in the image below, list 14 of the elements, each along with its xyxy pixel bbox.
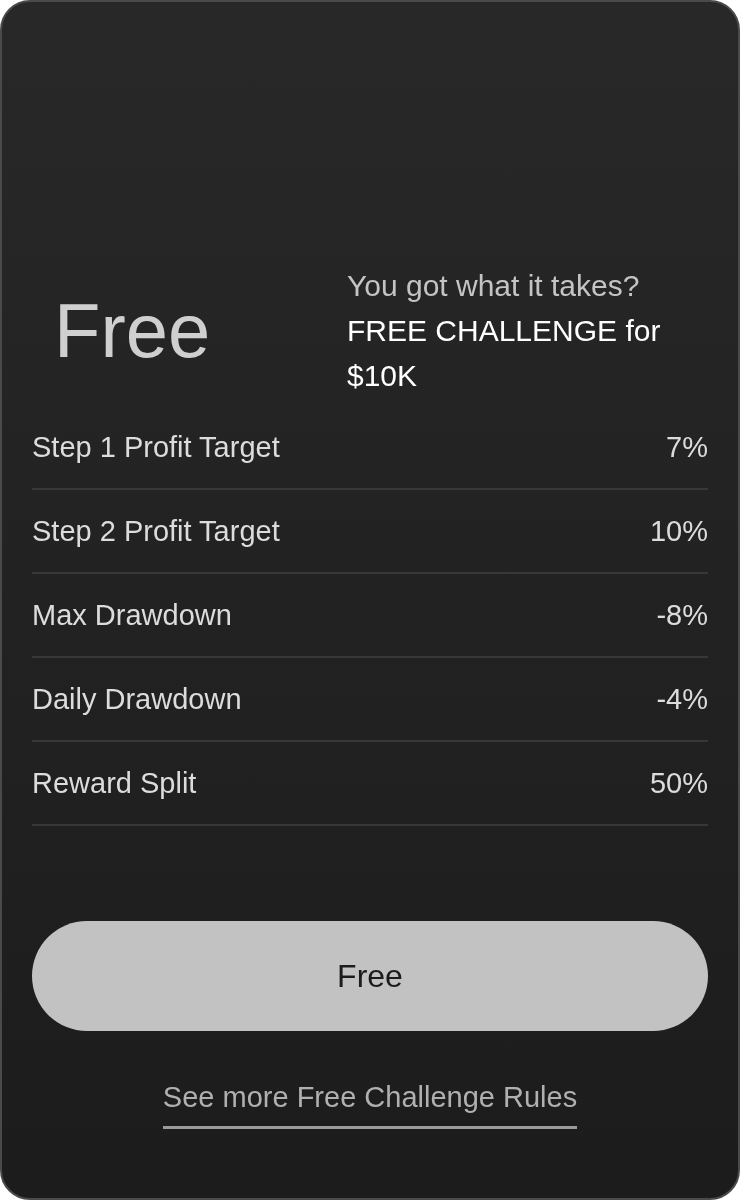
rule-label: Daily Drawdown [32,682,242,716]
rule-label: Step 2 Profit Target [32,514,280,548]
rule-value: 50% [649,766,708,800]
rule-value: 7% [666,430,708,464]
rule-label: Step 1 Profit Target [32,430,280,464]
rule-value: -4% [656,682,708,716]
rule-label: Reward Split [32,766,197,800]
rule-value: 10% [649,514,708,548]
plan-tagline: You got what it takes? FREE CHALLENGE for $10K [347,267,662,394]
free-button[interactable]: Free [32,921,708,1031]
plan-title: Free [53,286,212,374]
rule-value: -8% [656,598,708,632]
rule-label: Max Drawdown [32,598,232,632]
rules-link[interactable]: See more Free Challenge Rules [162,1081,578,1129]
